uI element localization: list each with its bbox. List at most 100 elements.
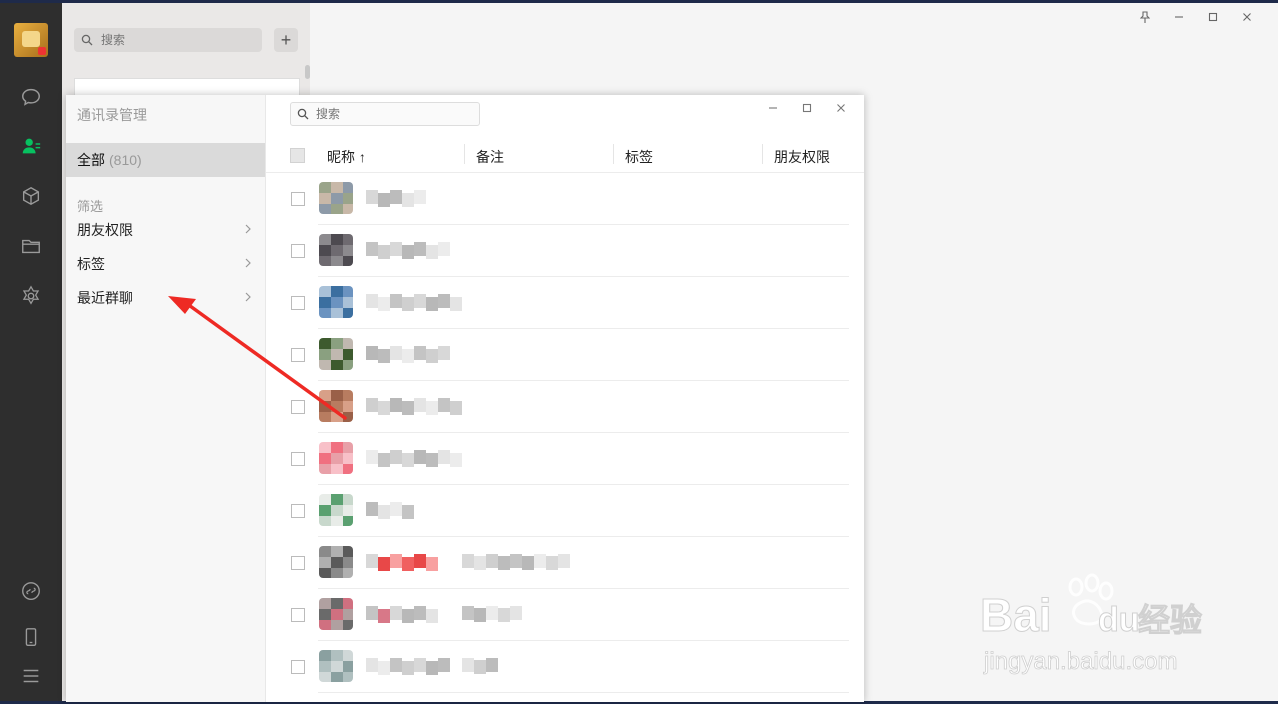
- avatar: [319, 234, 353, 266]
- add-button[interactable]: +: [274, 28, 298, 52]
- filter-item-friend-permission[interactable]: 朋友权限: [66, 216, 265, 244]
- filter-item-label: 标签: [77, 256, 105, 272]
- dialog-maximize-button[interactable]: [790, 99, 824, 117]
- baidu-watermark: Bai du 经验 jingyan.baidu.com: [980, 573, 1203, 675]
- contact-nickname-blurred: [366, 554, 438, 572]
- phone-icon[interactable]: [19, 625, 43, 649]
- table-row[interactable]: [266, 589, 864, 641]
- maximize-button[interactable]: [1196, 9, 1230, 25]
- dialog-search-input[interactable]: [314, 106, 468, 122]
- pin-button[interactable]: [1128, 9, 1162, 25]
- contact-nickname-blurred: [366, 502, 414, 520]
- row-checkbox[interactable]: [291, 608, 305, 622]
- chat-icon[interactable]: [19, 85, 43, 109]
- chevron-right-icon: [245, 292, 251, 302]
- filter-item-recent-groups[interactable]: 最近群聊: [66, 284, 265, 312]
- dialog-window-controls: [756, 99, 858, 117]
- row-checkbox[interactable]: [291, 348, 305, 362]
- table-row[interactable]: [266, 381, 864, 433]
- settings-wheel-icon[interactable]: [19, 284, 43, 308]
- dialog-sidebar: 通讯录管理 全部 (810) 筛选 朋友权限 标签 最近群聊: [66, 95, 266, 702]
- avatar: [319, 650, 353, 682]
- column-header-nickname[interactable]: 昵称 ↑: [327, 147, 366, 167]
- contact-nickname-blurred: [366, 606, 438, 624]
- contact-nickname-blurred: [366, 450, 462, 468]
- table-row[interactable]: [266, 329, 864, 381]
- watermark-brand: Bai: [980, 589, 1052, 641]
- filter-all[interactable]: 全部 (810): [66, 143, 265, 177]
- row-checkbox[interactable]: [291, 660, 305, 674]
- table-row[interactable]: [266, 485, 864, 537]
- avatar: [319, 598, 353, 630]
- row-divider: [318, 692, 849, 693]
- row-checkbox[interactable]: [291, 244, 305, 258]
- wechat-app-window: + 通讯录管理 全部 (810) 筛选 朋友权限 标签: [0, 3, 1278, 702]
- table-row[interactable]: [266, 641, 864, 693]
- contacts-icon[interactable]: [19, 134, 43, 158]
- dialog-search-box[interactable]: [290, 102, 480, 126]
- avatar: [319, 546, 353, 578]
- column-divider: [464, 144, 465, 164]
- close-button[interactable]: [1230, 9, 1264, 25]
- row-checkbox[interactable]: [291, 504, 305, 518]
- row-checkbox[interactable]: [291, 296, 305, 310]
- avatar: [319, 338, 353, 370]
- select-all-checkbox[interactable]: [290, 148, 305, 163]
- chevron-right-icon: [245, 258, 251, 268]
- table-row[interactable]: [266, 277, 864, 329]
- menu-icon[interactable]: [19, 664, 43, 688]
- filter-item-label: 朋友权限: [77, 222, 133, 238]
- search-icon: [297, 108, 309, 120]
- row-checkbox[interactable]: [291, 192, 305, 206]
- row-checkbox[interactable]: [291, 400, 305, 414]
- dialog-title: 通讯录管理: [77, 107, 147, 123]
- avatar: [319, 182, 353, 214]
- minimize-button[interactable]: [1162, 9, 1196, 25]
- table-row[interactable]: [266, 433, 864, 485]
- filter-item-label: 最近群聊: [77, 290, 133, 306]
- avatar: [319, 494, 353, 526]
- watermark-cn: 经验: [1138, 601, 1202, 639]
- scrollbar[interactable]: [305, 65, 310, 79]
- filter-header: 筛选: [77, 199, 104, 214]
- contact-nickname-blurred: [366, 346, 450, 364]
- contact-nickname-blurred: [366, 190, 426, 208]
- box-icon[interactable]: [19, 184, 43, 208]
- mini-program-icon[interactable]: [19, 579, 43, 603]
- folder-icon[interactable]: [19, 234, 43, 258]
- window-controls: [1128, 9, 1264, 25]
- row-checkbox[interactable]: [291, 452, 305, 466]
- filter-all-count: (810): [109, 152, 142, 168]
- contact-nickname-blurred: [366, 242, 450, 260]
- column-divider: [613, 144, 614, 164]
- dialog-minimize-button[interactable]: [756, 99, 790, 117]
- watermark-du: du: [1098, 601, 1140, 639]
- left-nav-bar: [0, 3, 62, 701]
- column-header-remark[interactable]: 备注: [476, 147, 504, 167]
- table-header: 昵称 ↑ 备注 标签 朋友权限: [266, 142, 864, 173]
- search-box[interactable]: [74, 28, 262, 52]
- contact-remark-blurred: [462, 554, 570, 572]
- search-input[interactable]: [99, 32, 253, 48]
- avatar: [319, 390, 353, 422]
- my-avatar[interactable]: [14, 23, 48, 57]
- table-row[interactable]: [266, 225, 864, 277]
- table-row[interactable]: [266, 537, 864, 589]
- dialog-contact-list: 昵称 ↑ 备注 标签 朋友权限: [266, 95, 864, 702]
- column-header-tags[interactable]: 标签: [625, 147, 653, 167]
- filter-item-tags[interactable]: 标签: [66, 250, 265, 278]
- column-header-permission[interactable]: 朋友权限: [774, 147, 830, 167]
- chevron-right-icon: [245, 224, 251, 234]
- row-checkbox[interactable]: [291, 556, 305, 570]
- watermark-url: jingyan.baidu.com: [983, 648, 1177, 675]
- dialog-close-button[interactable]: [824, 99, 858, 117]
- column-divider: [762, 144, 763, 164]
- contact-nickname-blurred: [366, 658, 450, 676]
- contact-remark-blurred: [462, 658, 498, 676]
- avatar: [319, 442, 353, 474]
- avatar: [319, 286, 353, 318]
- filter-all-label: 全部: [77, 152, 105, 168]
- contact-nickname-blurred: [366, 398, 462, 416]
- table-row[interactable]: [266, 173, 864, 225]
- contact-remark-blurred: [462, 606, 522, 624]
